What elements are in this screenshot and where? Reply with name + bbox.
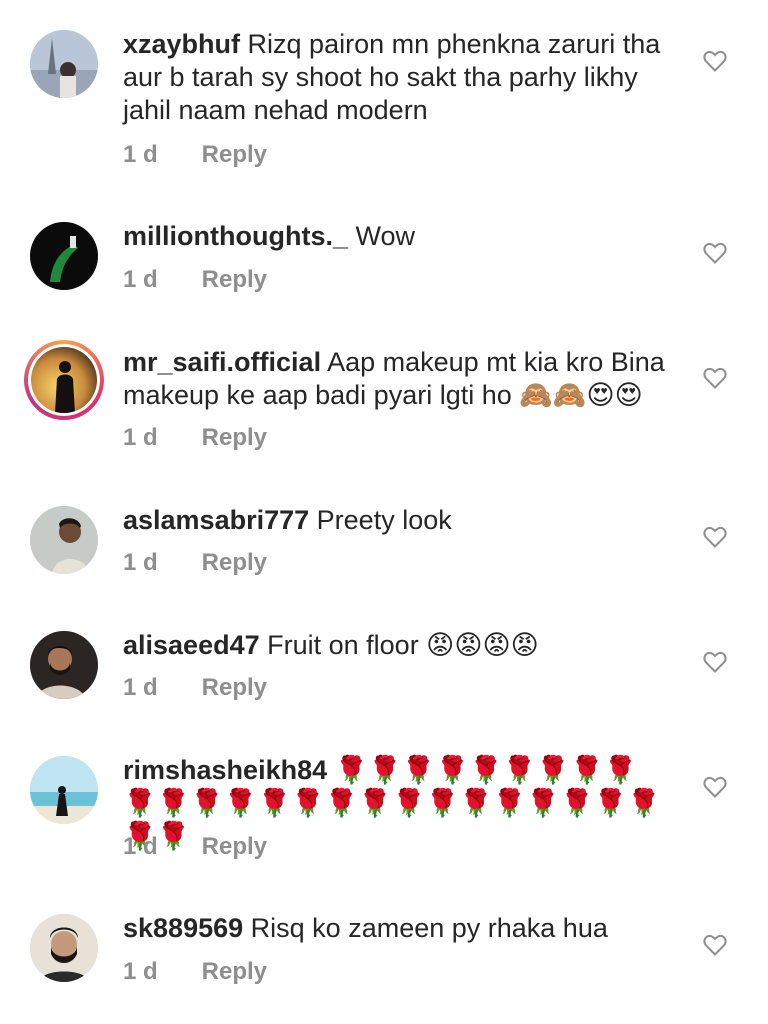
comment-time: 1 d [123, 141, 158, 168]
reply-button[interactable]: Reply [202, 674, 267, 702]
comment-meta: 1 d Reply [123, 833, 267, 861]
comment-meta: 1 d Reply [123, 266, 267, 294]
reply-button[interactable]: Reply [202, 141, 267, 169]
comment-time: 1 d [123, 424, 158, 451]
avatar[interactable] [30, 631, 98, 699]
comment-meta: 1 d Reply [123, 958, 267, 986]
comment-body: aslamsabri777 Preety look [123, 504, 683, 537]
comment-meta: 1 d Reply [123, 549, 267, 577]
comment-username[interactable]: alisaeed47 [123, 630, 260, 660]
user-avatar-image [30, 30, 98, 98]
avatar[interactable] [30, 30, 98, 98]
comment-username[interactable]: rimshasheikh84 [123, 755, 327, 785]
heart-icon[interactable] [703, 934, 727, 956]
avatar[interactable] [30, 914, 98, 982]
comment-username[interactable]: millionthoughts._ [123, 221, 348, 251]
comment-username[interactable]: aslamsabri777 [123, 505, 309, 535]
reply-button[interactable]: Reply [202, 266, 267, 294]
user-avatar-image [30, 631, 98, 699]
comment-text: Wow [355, 221, 416, 251]
heart-icon[interactable] [703, 50, 727, 72]
comment-username[interactable]: sk889569 [123, 913, 243, 943]
reply-button[interactable]: Reply [202, 424, 267, 452]
comment-time: 1 d [123, 833, 158, 860]
avatar[interactable] [30, 222, 98, 290]
comment-text: Fruit on floor 😡😡😡😡 [267, 630, 539, 660]
avatar-ring-inner [28, 344, 100, 416]
comment-meta: 1 d Reply [123, 424, 267, 452]
comment-time: 1 d [123, 549, 158, 576]
comment-text: Risq ko zameen py rhaka hua [250, 913, 608, 943]
heart-icon[interactable] [703, 776, 727, 798]
comment-time: 1 d [123, 674, 158, 701]
comment-body: millionthoughts._ Wow [123, 220, 683, 253]
heart-icon[interactable] [703, 651, 727, 673]
comment-username[interactable]: xzaybhuf [123, 29, 240, 59]
comment-body: alisaeed47 Fruit on floor 😡😡😡😡 [123, 629, 683, 662]
reply-button[interactable]: Reply [202, 549, 267, 577]
comment-meta: 1 d Reply [123, 674, 267, 702]
avatar[interactable] [30, 756, 98, 824]
user-avatar-image [30, 914, 98, 982]
user-avatar-image [30, 756, 98, 824]
comment-body: mr_saifi.official Aap makeup mt kia kro … [123, 346, 683, 412]
avatar[interactable] [30, 506, 98, 574]
comment-time: 1 d [123, 958, 158, 985]
comment-meta: 1 d Reply [123, 141, 267, 169]
comment-time: 1 d [123, 266, 158, 293]
reply-button[interactable]: Reply [202, 833, 267, 861]
comment-body: xzaybhuf Rizq pairon mn phenkna zaruri t… [123, 28, 683, 127]
avatar [31, 347, 97, 413]
reply-button[interactable]: Reply [202, 958, 267, 986]
heart-icon[interactable] [703, 367, 727, 389]
user-avatar-image [30, 506, 98, 574]
user-avatar-image [30, 222, 98, 290]
heart-icon[interactable] [703, 242, 727, 264]
comment-body: sk889569 Risq ko zameen py rhaka hua [123, 912, 683, 945]
heart-icon[interactable] [703, 526, 727, 548]
comment-text: Preety look [316, 505, 452, 535]
avatar-story-ring[interactable] [24, 340, 104, 420]
user-avatar-image [31, 347, 97, 413]
comment-username[interactable]: mr_saifi.official [123, 347, 321, 377]
